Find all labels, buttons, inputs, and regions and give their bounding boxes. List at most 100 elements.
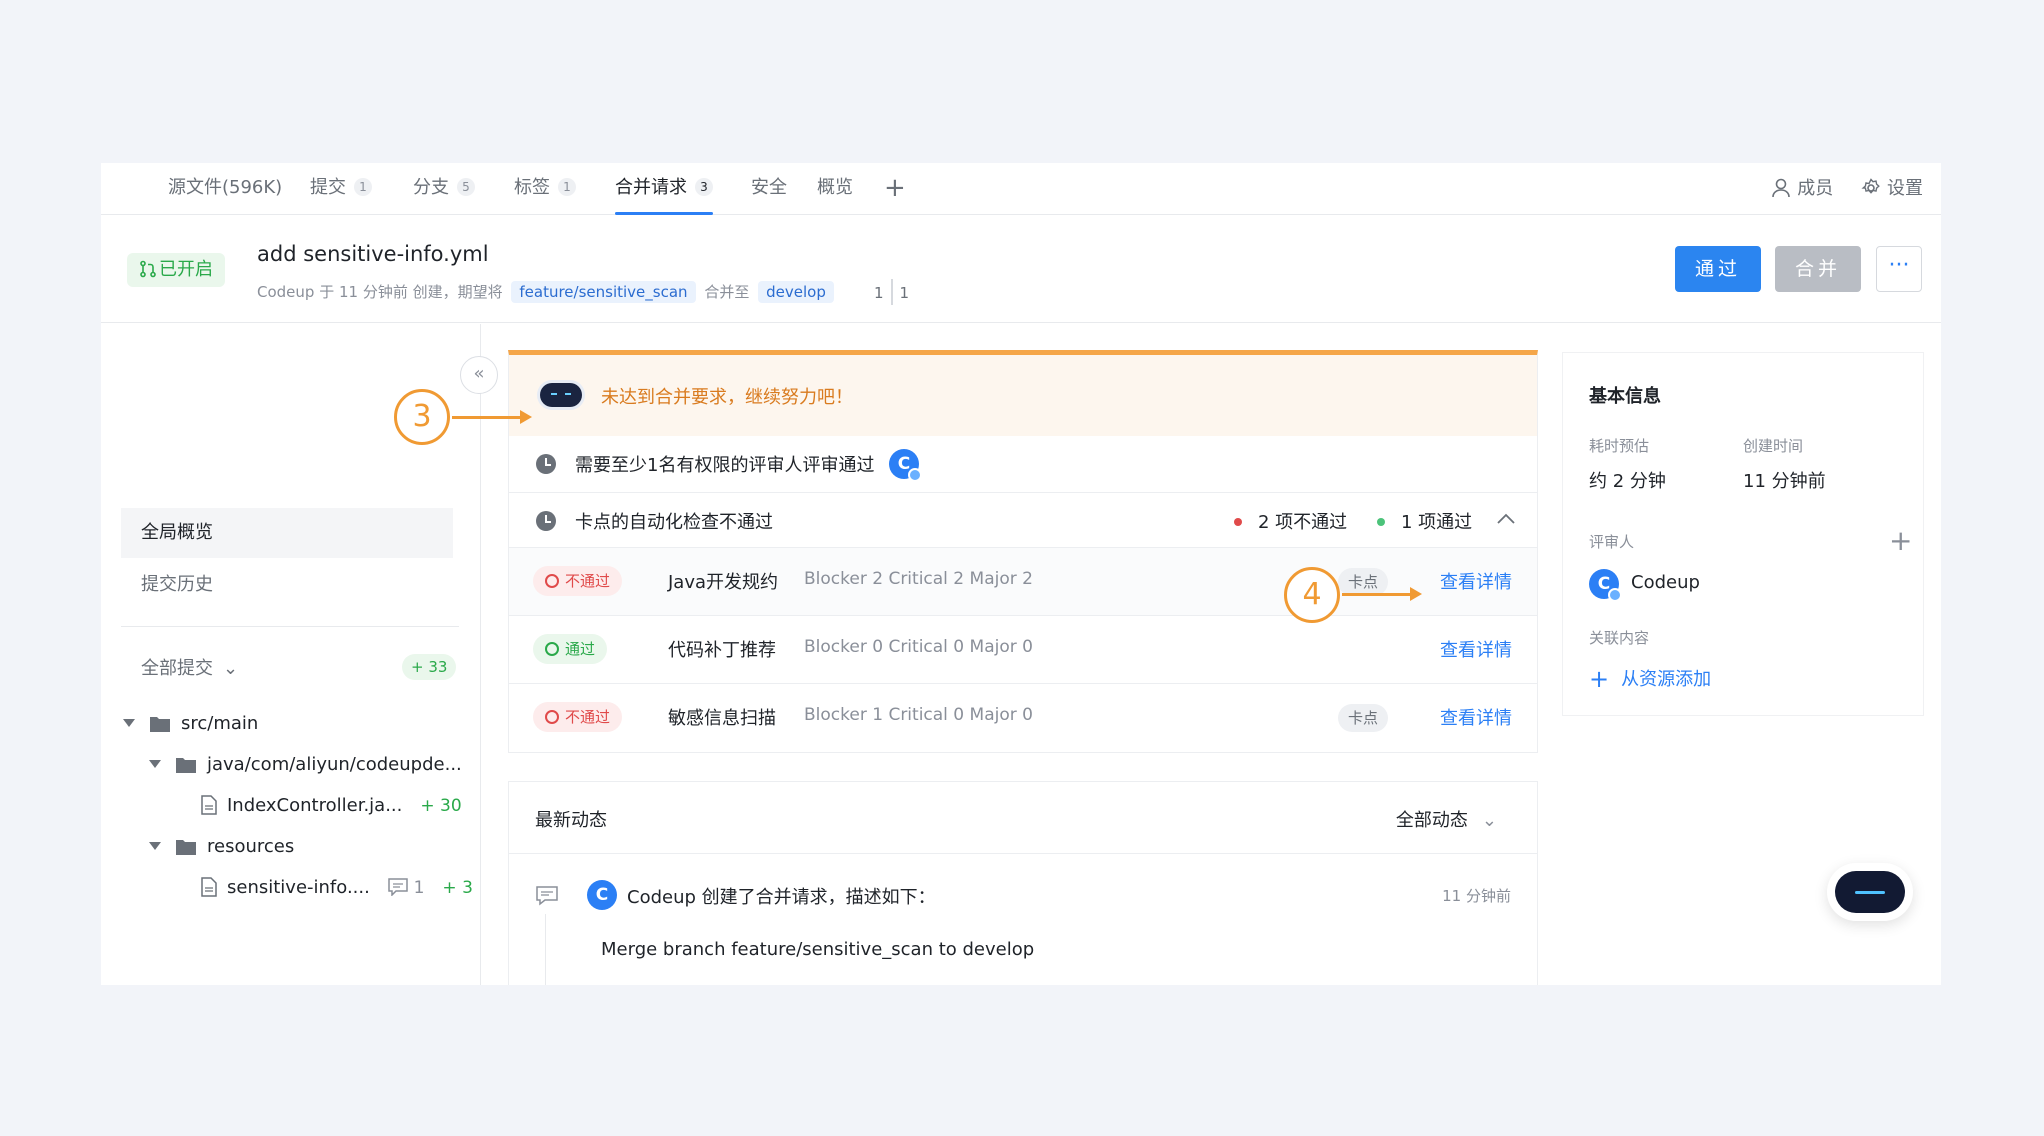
approve-button[interactable]: 通过 (1675, 246, 1761, 292)
merge-button[interactable]: 合并 (1775, 246, 1861, 292)
tree-file[interactable]: IndexController.ja... + 30 (201, 792, 462, 820)
pr-subtitle: Codeup 于 11 分钟前 创建，期望将 feature/sensitive… (257, 281, 838, 303)
status-badge: 不通过 (533, 702, 623, 732)
diff-bar (890, 279, 893, 305)
tab-source-files[interactable]: 源文件(596K) (168, 163, 282, 215)
fail-icon (545, 710, 559, 724)
additions-count: + 3 (442, 878, 473, 898)
folder-icon (150, 717, 170, 732)
assistant-bot-button[interactable] (1827, 863, 1913, 921)
estimate-value: 约 2 分钟 (1589, 471, 1666, 492)
top-right-actions: 成员 设置 (1749, 163, 1923, 215)
activity-time: 11 分钟前 (1442, 887, 1511, 905)
avatar[interactable]: C (587, 880, 617, 910)
clock-icon (536, 454, 556, 474)
tab-count: 3 (695, 178, 713, 196)
reviewer-name: Codeup (1631, 572, 1700, 593)
tab-branches[interactable]: 分支 5 (413, 163, 475, 215)
divider (121, 626, 459, 627)
activity-header: 最新动态 全部动态 ⌄ (509, 782, 1537, 854)
robot-icon (540, 383, 582, 407)
settings-button[interactable]: 设置 (1861, 178, 1923, 199)
caret-down-icon (123, 719, 135, 727)
chevron-up-icon[interactable] (1496, 513, 1516, 525)
green-dot-icon (1377, 518, 1385, 526)
annotation-marker-4: 4 (1284, 567, 1340, 623)
scan-name: Java开发规约 (668, 572, 779, 593)
red-dot-icon (1234, 518, 1242, 526)
scan-name: 代码补丁推荐 (668, 640, 776, 661)
scan-name: 敏感信息扫描 (668, 708, 776, 729)
merge-request-icon (140, 260, 156, 278)
scan-row: 通过 代码补丁推荐 Blocker 0 Critical 0 Major 0 查… (509, 616, 1537, 684)
tab-security[interactable]: 安全 (751, 163, 787, 215)
pass-icon (545, 642, 559, 656)
comment-icon (536, 886, 558, 906)
robot-icon (1835, 871, 1905, 913)
status-badge: 不通过 (533, 566, 623, 596)
sidebar-item-history[interactable]: 提交历史 (121, 560, 453, 610)
activity-title: 最新动态 (535, 810, 607, 831)
scan-row: 不通过 敏感信息扫描 Blocker 1 Critical 0 Major 0 … (509, 684, 1537, 752)
add-reviewer-icon[interactable]: + (1889, 527, 1912, 555)
gate-badge: 卡点 (1338, 568, 1389, 596)
file-icon (201, 877, 217, 897)
reviewer-avatar[interactable]: C (889, 449, 922, 482)
folder-icon (176, 758, 196, 773)
scan-row: 不通过 Java开发规约 Blocker 2 Critical 2 Major … (509, 548, 1537, 616)
tree-folder[interactable]: src/main (123, 710, 258, 738)
sidebar-item-overview[interactable]: 全局概览 (121, 508, 453, 558)
scan-detail: Blocker 0 Critical 0 Major 0 (804, 637, 1033, 657)
tab-tags[interactable]: 标签 1 (514, 163, 576, 215)
collapse-sidebar-button[interactable]: « (460, 356, 498, 394)
clock-icon (536, 511, 556, 531)
plus-icon: + (1589, 665, 1610, 693)
auto-check-row[interactable]: 卡点的自动化检查不通过 2 项不通过 1 项通过 (509, 493, 1537, 548)
caret-down-icon (149, 760, 161, 768)
activity-text: Codeup 创建了合并请求，描述如下： (627, 887, 936, 908)
file-icon (201, 795, 217, 815)
merge-checks-card: 未达到合并要求，继续努力吧！ 需要至少1名有权限的评审人评审通过 C 卡点的自动… (508, 350, 1538, 753)
view-details-link[interactable]: 查看详情 (1440, 704, 1512, 730)
fail-summary: 2 项不通过 (1234, 508, 1347, 534)
add-resource-link[interactable]: + 从资源添加 (1589, 665, 1711, 693)
tab-overview[interactable]: 概览 (817, 163, 853, 215)
merge-request-header: 已开启 add sensitive-info.yml Codeup 于 11 分… (101, 216, 1941, 323)
comment-count: 1 (413, 878, 425, 898)
activity-card: 最新动态 全部动态 ⌄ C Codeup 创建了合并请求，描述如下： 11 分钟前… (508, 781, 1538, 985)
tree-folder[interactable]: resources (149, 833, 294, 861)
folder-icon (176, 840, 196, 855)
activity-filter-dropdown[interactable]: 全部动态 ⌄ (1396, 806, 1497, 832)
target-branch-tag[interactable]: develop (758, 281, 834, 303)
chevron-down-icon: ⌄ (1481, 810, 1497, 831)
status-badge: 已开启 (127, 253, 225, 287)
page-title: add sensitive-info.yml (257, 242, 489, 266)
tab-count: 5 (457, 178, 475, 196)
app-window: 源文件(596K) 提交 1 分支 5 标签 1 合并请求 3 安全 概览 + 成员 设… (101, 163, 1941, 985)
source-branch-tag[interactable]: feature/sensitive_scan (511, 281, 696, 303)
tab-merge-requests[interactable]: 合并请求 3 (615, 163, 713, 215)
members-button[interactable]: 成员 (1771, 178, 1839, 199)
view-details-link[interactable]: 查看详情 (1440, 636, 1512, 662)
review-requirement-row: 需要至少1名有权限的评审人评审通过 C (509, 436, 1537, 493)
add-tab-icon[interactable]: + (884, 175, 906, 201)
tab-count: 1 (558, 178, 576, 196)
view-details-link[interactable]: 查看详情 (1440, 568, 1512, 594)
timeline-line (545, 914, 546, 985)
chevron-down-icon: ⌄ (223, 658, 239, 679)
user-icon (1772, 178, 1791, 198)
status-badge: 通过 (533, 634, 608, 664)
tab-commits[interactable]: 提交 1 (310, 163, 372, 215)
annotation-marker-3: 3 (394, 389, 450, 445)
tree-file[interactable]: sensitive-info.... 1 + 3 (201, 874, 473, 902)
warning-banner: 未达到合并要求，继续努力吧！ (509, 355, 1537, 436)
more-actions-button[interactable]: ··· (1876, 246, 1922, 292)
additions-count: + 30 (420, 796, 462, 816)
repo-tabs: 源文件(596K) 提交 1 分支 5 标签 1 合并请求 3 安全 概览 + 成员 设… (101, 163, 1941, 215)
avatar[interactable]: C (1589, 569, 1622, 602)
all-commits-dropdown[interactable]: 全部提交 ⌄ (141, 654, 238, 680)
tree-folder[interactable]: java/com/aliyun/codeupde... (149, 751, 462, 779)
comment-icon (387, 878, 408, 897)
annotation-arrow (1342, 587, 1422, 601)
tab-count: 1 (354, 178, 372, 196)
